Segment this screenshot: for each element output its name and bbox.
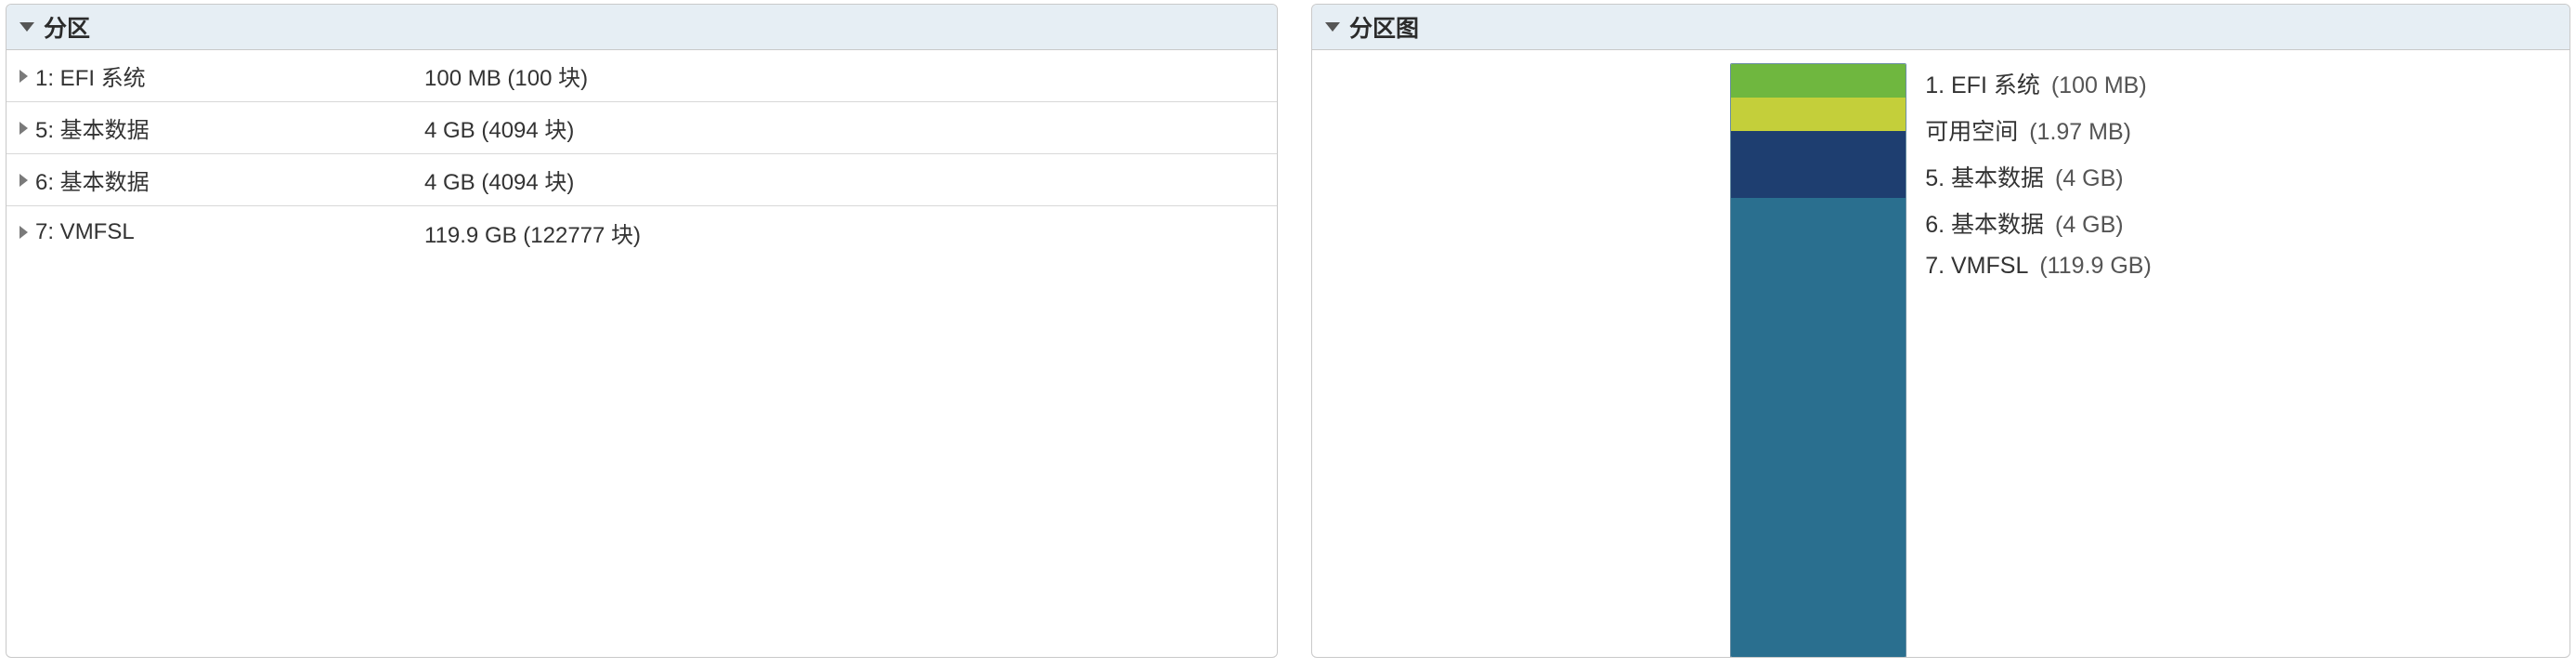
slice-free[interactable] — [1731, 98, 1906, 131]
collapse-caret-icon — [20, 22, 34, 32]
partition-diagram-header[interactable]: 分区图 — [1312, 5, 2569, 50]
slice-data5[interactable] — [1731, 131, 1906, 164]
partition-name: 1: EFI 系统 — [35, 59, 146, 92]
partitions-table: 1: EFI 系统 100 MB (100 块) 5: 基本数据 4 GB (4… — [7, 50, 1277, 258]
partition-row[interactable]: 6: 基本数据 4 GB (4094 块) — [7, 154, 1277, 206]
legend-size: (4 GB) — [2055, 212, 2124, 239]
legend-size: (4 GB) — [2055, 165, 2124, 192]
legend-label: 1. EFI 系统 — [1925, 67, 2040, 100]
legend-label: 可用空间 — [1925, 113, 2018, 147]
legend-size: (119.9 GB) — [2039, 253, 2151, 280]
partition-row[interactable]: 7: VMFSL 119.9 GB (122777 块) — [7, 206, 1277, 258]
partitions-panel-title: 分区 — [44, 10, 90, 44]
partition-size: 4 GB (4094 块) — [415, 112, 1277, 144]
partition-name: 5: 基本数据 — [35, 112, 150, 144]
legend-item[interactable]: 1. EFI 系统 (100 MB) — [1925, 67, 2152, 100]
legend-item[interactable]: 7. VMFSL (119.9 GB) — [1925, 253, 2152, 280]
collapse-caret-icon — [1325, 22, 1340, 32]
legend-label: 5. 基本数据 — [1925, 160, 2044, 193]
partition-size: 119.9 GB (122777 块) — [415, 216, 1277, 249]
partition-row[interactable]: 1: EFI 系统 100 MB (100 块) — [7, 50, 1277, 102]
slice-efi[interactable] — [1731, 64, 1906, 98]
expand-caret-icon — [20, 70, 28, 83]
legend-size: (100 MB) — [2051, 72, 2147, 99]
slice-vmfsl[interactable] — [1731, 198, 1906, 657]
legend-size: (1.97 MB) — [2029, 119, 2131, 146]
legend-item[interactable]: 5. 基本数据 (4 GB) — [1925, 160, 2152, 193]
partition-legend: 1. EFI 系统 (100 MB) 可用空间 (1.97 MB) 5. 基本数… — [1925, 63, 2152, 649]
partition-stack — [1730, 63, 1906, 658]
partitions-panel: 分区 1: EFI 系统 100 MB (100 块) 5: 基本数据 4 GB… — [6, 4, 1278, 658]
partition-diagram-title: 分区图 — [1349, 10, 1419, 44]
partition-size: 100 MB (100 块) — [415, 59, 1277, 92]
slice-data6[interactable] — [1731, 164, 1906, 198]
partition-diagram-body: 1. EFI 系统 (100 MB) 可用空间 (1.97 MB) 5. 基本数… — [1312, 50, 2569, 658]
expand-caret-icon — [20, 122, 28, 135]
expand-caret-icon — [20, 226, 28, 239]
expand-caret-icon — [20, 174, 28, 187]
partition-size: 4 GB (4094 块) — [415, 164, 1277, 196]
legend-label: 6. 基本数据 — [1925, 206, 2044, 240]
partition-name: 7: VMFSL — [35, 219, 135, 245]
partition-name: 6: 基本数据 — [35, 164, 150, 196]
legend-label: 7. VMFSL — [1925, 253, 2028, 280]
partitions-panel-header[interactable]: 分区 — [7, 5, 1277, 50]
partition-diagram-panel: 分区图 1. EFI 系统 (100 MB) 可用空间 (1.97 MB) — [1311, 4, 2570, 658]
partition-row[interactable]: 5: 基本数据 4 GB (4094 块) — [7, 102, 1277, 154]
legend-item[interactable]: 6. 基本数据 (4 GB) — [1925, 206, 2152, 240]
legend-item[interactable]: 可用空间 (1.97 MB) — [1925, 113, 2152, 147]
